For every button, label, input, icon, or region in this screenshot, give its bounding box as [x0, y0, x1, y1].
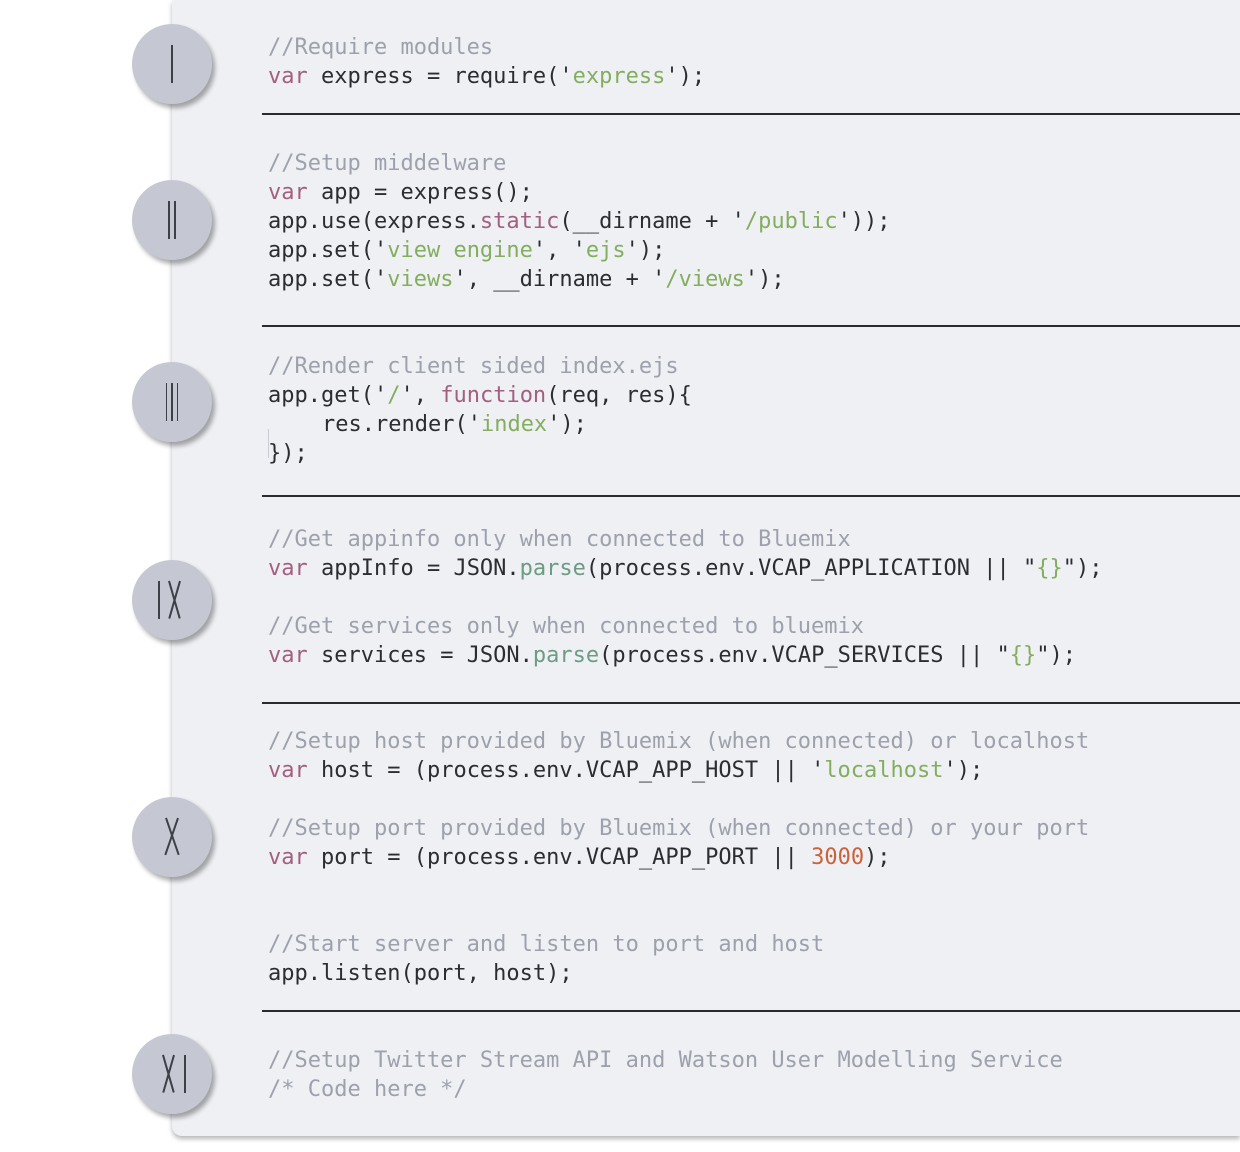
code-line: app.get('/', function(req, res){ — [268, 383, 692, 408]
code-line: //Setup Twitter Stream API and Watson Us… — [268, 1048, 1063, 1073]
step-badge-5 — [132, 797, 212, 877]
section-divider — [262, 1010, 1240, 1012]
step-badge-2 — [132, 180, 212, 260]
roman-numeral-icon — [168, 200, 176, 240]
roman-numeral-icon — [158, 580, 186, 620]
code-line: var express = require('express'); — [268, 64, 706, 89]
code-line: //Setup middelware — [268, 151, 507, 176]
roman-numeral-icon — [171, 44, 173, 84]
code-line: //Setup host provided by Bluemix (when c… — [268, 729, 1090, 754]
code-line: /* Code here */ — [268, 1077, 467, 1102]
code-line: var appInfo = JSON.parse(process.env.VCA… — [268, 556, 1103, 581]
code-line: }); — [268, 441, 308, 466]
code-block-1: //Require modules var express = require('… — [268, 33, 705, 91]
section-divider — [262, 495, 1240, 497]
roman-numeral-icon — [158, 1054, 186, 1094]
code-line: res.render('index'); — [268, 412, 587, 458]
code-line: var port = (process.env.VCAP_APP_PORT ||… — [268, 845, 891, 870]
code-block-6: //Setup Twitter Stream API and Watson Us… — [268, 1046, 1063, 1104]
roman-numeral-icon — [165, 382, 179, 422]
code-line: app.set('view engine', 'ejs'); — [268, 238, 666, 263]
step-badge-6 — [132, 1034, 212, 1114]
code-block-3: //Render client sided index.ejs app.get('… — [268, 352, 692, 468]
section-divider — [262, 702, 1240, 704]
code-line: //Setup port provided by Bluemix (when c… — [268, 816, 1090, 841]
step-badge-3 — [132, 362, 212, 442]
code-line: //Get appinfo only when connected to Blu… — [268, 527, 851, 552]
step-badge-1 — [132, 24, 212, 104]
code-line: var app = express(); — [268, 180, 533, 205]
code-block-4: //Get appinfo only when connected to Blu… — [268, 525, 1103, 670]
code-line: //Start server and listen to port and ho… — [268, 932, 825, 957]
code-line: //Render client sided index.ejs — [268, 354, 679, 379]
step-badge-4 — [132, 560, 212, 640]
code-block-2: //Setup middelware var app = express(); ap… — [268, 149, 891, 294]
code-line: //Get services only when connected to bl… — [268, 614, 865, 639]
code-line: app.listen(port, host); — [268, 961, 573, 986]
code-line: app.set('views', __dirname + '/views'); — [268, 267, 785, 292]
section-divider — [262, 325, 1240, 327]
section-divider — [262, 113, 1240, 115]
code-line: //Require modules — [268, 35, 494, 60]
code-line: var services = JSON.parse(process.env.VC… — [268, 643, 1077, 668]
code-block-5: //Setup host provided by Bluemix (when c… — [268, 727, 1089, 988]
roman-numeral-icon — [159, 817, 185, 857]
code-line: var host = (process.env.VCAP_APP_HOST ||… — [268, 758, 984, 783]
code-line: app.use(express.static(__dirname + '/pub… — [268, 209, 891, 234]
